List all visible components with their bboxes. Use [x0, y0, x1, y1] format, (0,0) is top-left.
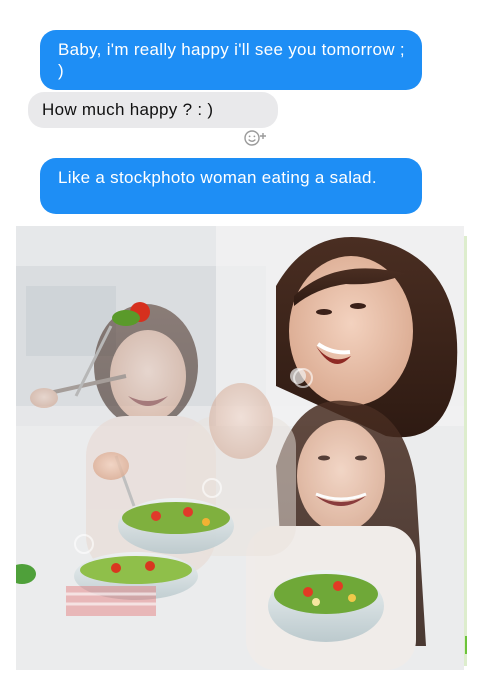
- sent-message-bubble[interactable]: Baby, i'm really happy i'll see you tomo…: [40, 30, 422, 90]
- add-reaction-icon[interactable]: [242, 128, 270, 148]
- received-message-bubble[interactable]: How much happy ? : ): [28, 92, 278, 128]
- message-text: Baby, i'm really happy i'll see you tomo…: [58, 40, 405, 80]
- sent-message-bubble[interactable]: Like a stockphoto woman eating a salad.: [40, 158, 422, 214]
- message-text: Like a stockphoto woman eating a salad.: [58, 168, 377, 187]
- message-text: How much happy ? : ): [42, 100, 214, 119]
- stock-photo-collage-image: [16, 226, 464, 670]
- photo-edge-accent: [465, 636, 467, 654]
- photo-edge: [464, 236, 467, 666]
- chat-thread: Baby, i'm really happy i'll see you tomo…: [26, 20, 424, 216]
